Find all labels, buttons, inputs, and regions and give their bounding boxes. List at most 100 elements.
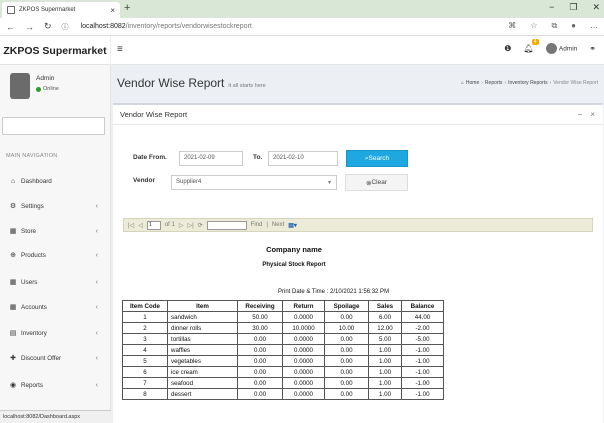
- sidebar-item-store[interactable]: ▦ Store ‹: [0, 225, 111, 237]
- header-username: Admin: [558, 45, 578, 53]
- sidebar-item-discount-offer[interactable]: ✚ Discount Offer ‹: [0, 352, 111, 364]
- accounts-icon: ▦: [9, 304, 17, 311]
- table-cell: 0.00: [237, 333, 283, 345]
- stock-table: Item Code Item Receiving Return Spoilage…: [122, 300, 444, 400]
- find-link[interactable]: Find: [251, 222, 263, 228]
- search-button[interactable]: ⌕ Search: [346, 150, 408, 167]
- app-brand[interactable]: ZKPOS Supermarket: [0, 36, 111, 65]
- url-field[interactable]: localhost:8082/inventory/reports/vendorw…: [81, 23, 252, 30]
- sidebar-item-products[interactable]: ⊕ Products ‹: [0, 249, 111, 261]
- browser-toolbar-icons: ⌘ ☆ ⧉ ● …: [508, 21, 598, 31]
- url-path: /inventory/reports/vendorwisestockreport: [125, 23, 252, 30]
- breadcrumb-home[interactable]: Home: [466, 80, 479, 86]
- first-page-icon[interactable]: |◁: [128, 222, 134, 229]
- table-cell: 10.00: [324, 322, 369, 334]
- minimize-icon[interactable]: −: [549, 2, 554, 13]
- chevron-left-icon: ‹: [95, 202, 98, 210]
- sidebar-item-label: Store: [21, 227, 37, 235]
- forward-icon[interactable]: →: [25, 22, 34, 32]
- page-number-input[interactable]: 1: [146, 220, 161, 230]
- next-link[interactable]: Next: [272, 222, 284, 228]
- info-circle-icon[interactable]: ❶: [504, 44, 511, 53]
- main-content: Vendor Wise Report it all starts here ⌂ H…: [111, 65, 604, 423]
- next-page-icon[interactable]: ▷: [179, 222, 184, 229]
- col-item: Item: [167, 300, 238, 312]
- table-cell: 2: [122, 322, 168, 334]
- hamburger-menu-icon[interactable]: ≡: [117, 44, 123, 55]
- sidebar-item-accounts[interactable]: ▦ Accounts ‹: [0, 301, 111, 313]
- last-page-icon[interactable]: ▷|: [187, 222, 193, 229]
- info-icon[interactable]: ⓘ: [62, 22, 69, 32]
- col-return: Return: [282, 300, 325, 312]
- sidebar-item-dashboard[interactable]: ⌂ Dashboard: [0, 175, 111, 187]
- vendor-label: Vendor: [133, 177, 156, 184]
- clear-button-label: Clear: [371, 179, 387, 186]
- table-cell: dinner rolls: [167, 322, 238, 334]
- restore-icon[interactable]: ❐: [569, 2, 577, 13]
- online-dot-icon: [36, 86, 41, 92]
- table-cell: 1.00: [368, 344, 402, 356]
- refresh-icon[interactable]: ⟳: [198, 222, 203, 229]
- favorite-star-icon[interactable]: ☆: [530, 21, 537, 31]
- table-cell: 6: [122, 366, 168, 378]
- table-cell: 0.0000: [282, 311, 325, 323]
- find-input[interactable]: [206, 220, 247, 230]
- date-to-input[interactable]: 2021-02-10: [268, 151, 338, 166]
- close-window-icon[interactable]: ✕: [592, 2, 600, 13]
- collapse-icon[interactable]: −: [578, 110, 583, 119]
- table-cell: 50.00: [237, 311, 283, 323]
- prev-page-icon[interactable]: ◁: [138, 222, 143, 229]
- reader-icon[interactable]: ⌘: [508, 21, 516, 31]
- sidebar-item-label: Products: [21, 251, 46, 259]
- table-cell: dessert: [167, 388, 238, 400]
- reports-icon: ◉: [9, 382, 17, 389]
- breadcrumb-separator: ›: [504, 80, 507, 86]
- table-cell: 0.00: [237, 366, 283, 378]
- vendor-select[interactable]: Supplier4 ▾: [171, 175, 337, 190]
- close-icon[interactable]: ×: [590, 110, 595, 119]
- more-menu-icon[interactable]: …: [590, 21, 598, 31]
- page-count: of 1: [164, 222, 175, 228]
- clear-button[interactable]: ⊗ Clear: [345, 174, 408, 191]
- sidebar-search-input[interactable]: [2, 117, 105, 135]
- date-from-input[interactable]: 2021-02-09: [179, 151, 243, 166]
- store-icon: ▦: [9, 228, 17, 235]
- sidebar-item-label: Dashboard: [21, 177, 52, 185]
- collections-icon[interactable]: ⧉: [551, 21, 557, 31]
- tab-close-icon[interactable]: ×: [110, 6, 115, 15]
- table-cell: 1: [122, 311, 168, 323]
- table-cell: sandwich: [167, 311, 238, 323]
- notifications-bell-icon[interactable]: 🔔︎ 4: [523, 39, 539, 53]
- header-user[interactable]: Admin: [545, 43, 578, 54]
- sidebar-item-settings[interactable]: ⚙ Settings ‹: [0, 200, 111, 212]
- table-row: 3 tortillas 0.00 0.0000 0.00 5.00 -5.00: [122, 333, 444, 345]
- breadcrumb-inventory-reports[interactable]: Inventory Reports: [508, 80, 547, 86]
- browser-tab[interactable]: ZKPOS Supermarket ×: [2, 2, 120, 18]
- export-icon[interactable]: ▤▾: [288, 222, 297, 229]
- breadcrumb-reports[interactable]: Reports: [485, 80, 503, 86]
- sidebar-item-inventory[interactable]: ▤ Inventory ‹: [0, 327, 111, 339]
- notification-badge: 4: [531, 39, 539, 45]
- reload-icon[interactable]: ↻: [44, 21, 52, 32]
- table-cell: 0.00: [237, 355, 283, 367]
- table-cell: -5.00: [401, 333, 444, 345]
- window-controls: − ❐ ✕: [549, 2, 600, 13]
- table-cell: 0.0000: [282, 377, 325, 389]
- table-row: 2 dinner rolls 30.00 10.0000 10.00 12.00 -2.00: [122, 322, 444, 334]
- profile-icon[interactable]: ●: [571, 21, 576, 31]
- report-box-title: Vendor Wise Report: [120, 110, 188, 119]
- sidebar-item-reports[interactable]: ◉ Reports ‹: [0, 379, 111, 391]
- table-cell: 0.00: [237, 377, 283, 389]
- table-cell: seafood: [167, 377, 238, 389]
- table-row: 6 ice cream 0.00 0.0000 0.00 1.00 -1.00: [122, 366, 444, 378]
- sidebar-user-panel: Admin Online: [0, 65, 110, 109]
- back-icon[interactable]: ←: [6, 22, 15, 32]
- sidebar: Admin Online MAIN NAVIGATION ⌂ Dashboard…: [0, 65, 111, 423]
- sidebar-item-label: Inventory: [21, 329, 47, 337]
- browser-status-url: localhost:8082/Dashboard.aspx: [0, 410, 111, 423]
- chevron-left-icon: ‹: [95, 381, 98, 389]
- gear-icon: ⚙: [9, 203, 17, 210]
- new-tab-button[interactable]: +: [124, 2, 130, 14]
- settings-share-icon[interactable]: ⚭: [589, 44, 596, 53]
- sidebar-item-users[interactable]: ▦ Users ‹: [0, 276, 111, 288]
